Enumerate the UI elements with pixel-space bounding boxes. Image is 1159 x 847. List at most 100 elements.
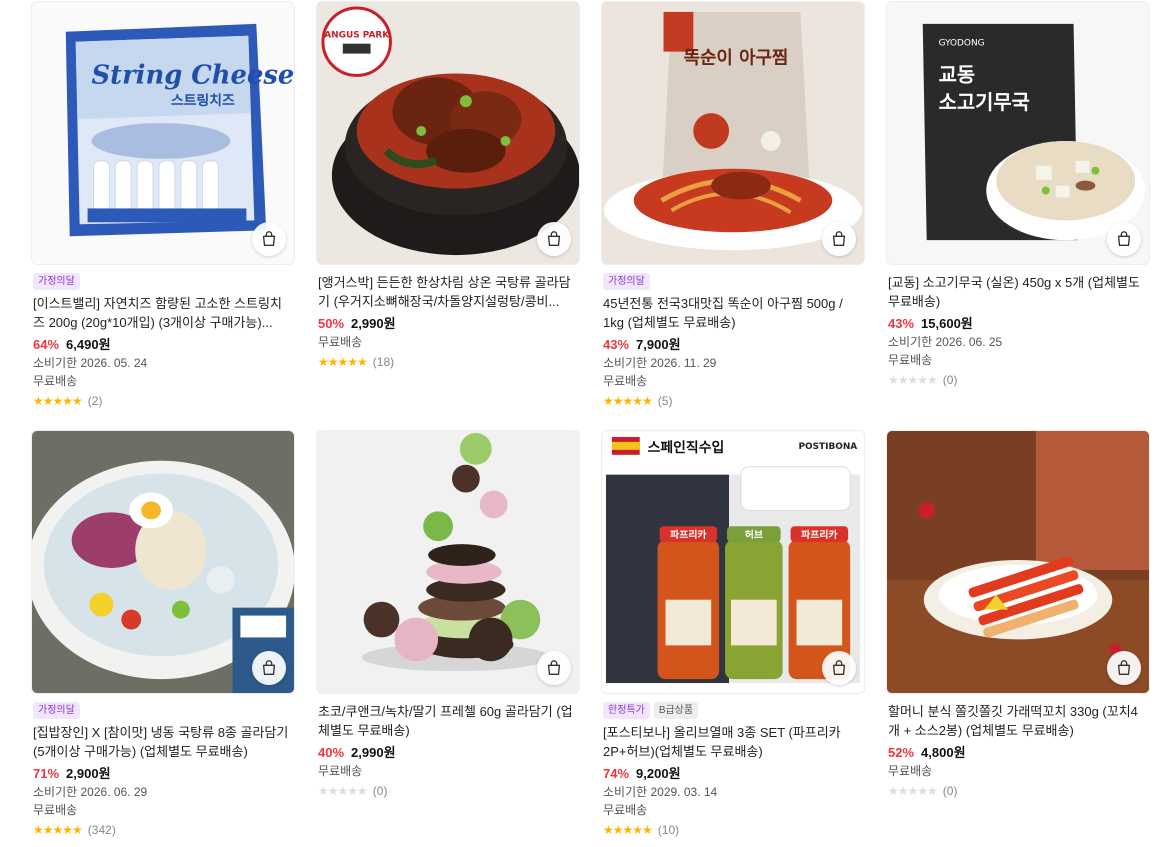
product-title[interactable]: [교동] 소고기무국 (실온) 450g x 5개 (업체별도 무료배송): [888, 273, 1148, 311]
sale-price: 2,900원: [66, 766, 111, 781]
string-cheese-image: String Cheese 스트링치즈: [32, 2, 294, 264]
product-card[interactable]: 똑순이 아구찜 가정의달 45년전통 전국3대맛집 똑순이 아구찜 500g /…: [601, 1, 865, 410]
beef-radish-soup-image: GYODONG 교동 소고기무국: [887, 2, 1149, 264]
expiry-date: 소비기한 2026. 05. 24: [33, 356, 148, 370]
rating: ★★★★★ (5): [603, 392, 863, 410]
rating: ★★★★★ (0): [888, 371, 1148, 389]
review-count: (2): [87, 394, 103, 408]
rating: ★★★★★ (0): [888, 782, 1148, 800]
badge-row: 한정특가 B급상품: [603, 702, 863, 719]
review-count: (10): [657, 823, 680, 837]
promo-badge: 가정의달: [33, 273, 80, 290]
add-to-cart-button[interactable]: [252, 222, 286, 256]
grade-badge: B급상품: [653, 702, 699, 719]
add-to-cart-button[interactable]: [822, 651, 856, 685]
discount-rate: 64%: [33, 337, 60, 352]
product-card[interactable]: 초코/쿠앤크/녹차/딸기 프레첼 60g 골라담기 (업체별도 무료배송) 40…: [316, 430, 580, 800]
product-image[interactable]: GYODONG 교동 소고기무국: [886, 1, 1150, 265]
review-count: (0): [372, 784, 388, 798]
badge-row: 가정의달: [33, 702, 293, 719]
review-count: (18): [372, 355, 395, 369]
shopping-bag-icon: [262, 231, 276, 246]
shipping-info: 무료배송: [318, 764, 363, 778]
add-to-cart-button[interactable]: [537, 651, 571, 685]
product-image[interactable]: [886, 430, 1150, 694]
star-rating-icon: ★★★★★: [888, 784, 938, 798]
svg-text:파프리카: 파프리카: [801, 528, 838, 541]
expiry-date: 소비기한 2026. 11. 29: [603, 356, 717, 370]
shipping-info: 무료배송: [33, 803, 78, 817]
shipping-info: 무료배송: [33, 374, 78, 388]
product-card[interactable]: 가정의달 [집밥장인] X [참이맛] 냉동 국탕류 8종 골라담기 (5개이상…: [31, 430, 295, 839]
product-title[interactable]: [이스트밸리] 자연치즈 함량된 고소한 스트링치즈 200g (20g*10개…: [33, 294, 293, 332]
product-card[interactable]: GYODONG 교동 소고기무국 [교동] 소고기무국 (실온) 450g x …: [886, 1, 1150, 389]
product-card[interactable]: 스페인직수입 POSTIBONA 파프리카 허브 파프리카 한정특가 B급상품 …: [601, 430, 865, 839]
product-image[interactable]: 스페인직수입 POSTIBONA 파프리카 허브 파프리카: [601, 430, 865, 694]
product-title[interactable]: 할머니 분식 쫄깃쫄깃 가래떡꼬치 330g (꼬치4개 + 소스2봉) (업체…: [888, 702, 1148, 740]
discount-rate: 74%: [603, 766, 630, 781]
shopping-bag-icon: [832, 660, 846, 675]
star-rating-icon: ★★★★★: [603, 823, 653, 837]
add-to-cart-button[interactable]: [1107, 651, 1141, 685]
star-rating-icon: ★★★★★: [603, 394, 653, 408]
product-title[interactable]: [포스티보나] 올리브열매 3종 SET (파프리카2P+허브)(업체별도 무료…: [603, 723, 863, 761]
add-to-cart-button[interactable]: [1107, 222, 1141, 256]
product-grid: String Cheese 스트링치즈 가정의달 [이스트밸리] 자연치즈 함량…: [0, 0, 1159, 847]
svg-text:소고기무국: 소고기무국: [939, 91, 1030, 114]
shipping-info: 무료배송: [318, 335, 363, 349]
promo-badge: 가정의달: [603, 273, 650, 290]
shopping-bag-icon: [1117, 231, 1131, 246]
svg-text:POSTIBONA: POSTIBONA: [799, 442, 858, 452]
star-rating-icon: ★★★★★: [33, 823, 83, 837]
sale-price: 6,490원: [66, 337, 111, 352]
shopping-bag-icon: [1117, 660, 1131, 675]
product-title[interactable]: 45년전통 전국3대맛집 똑순이 아구찜 500g / 1kg (업체별도 무료…: [603, 294, 863, 332]
rice-cake-skewers-image: [887, 431, 1149, 693]
discount-rate: 43%: [603, 337, 630, 352]
shipping-info: 무료배송: [888, 764, 933, 778]
product-image[interactable]: String Cheese 스트링치즈: [31, 1, 295, 265]
sale-price: 15,600원: [921, 316, 973, 331]
sale-price: 7,900원: [636, 337, 681, 352]
product-image[interactable]: [316, 430, 580, 694]
rating: ★★★★★ (342): [33, 821, 293, 839]
svg-text:GYODONG: GYODONG: [939, 39, 985, 49]
product-card[interactable]: ANGUS PARK [앵거스박] 든든한 한상차림 상온 국탕류 골라담기 (…: [316, 1, 580, 371]
sale-price: 4,800원: [921, 745, 966, 760]
discount-rate: 50%: [318, 316, 345, 331]
shopping-bag-icon: [547, 660, 561, 675]
price-row: 74% 9,200원: [603, 763, 863, 783]
product-image[interactable]: [31, 430, 295, 694]
expiry-date: 소비기한 2029. 03. 14: [603, 785, 718, 799]
product-image[interactable]: 똑순이 아구찜: [601, 1, 865, 265]
badge-row: 가정의달: [33, 273, 293, 290]
sale-price: 2,990원: [351, 745, 396, 760]
expiry-date: 소비기한 2026. 06. 29: [33, 785, 148, 799]
sale-price: 2,990원: [351, 316, 396, 331]
price-row: 52% 4,800원: [888, 742, 1148, 762]
product-title[interactable]: [집밥장인] X [참이맛] 냉동 국탕류 8종 골라담기 (5개이상 구매가능…: [33, 723, 293, 761]
shopping-bag-icon: [832, 231, 846, 246]
svg-text:String Cheese: String Cheese: [92, 60, 294, 90]
svg-text:스페인직수입: 스페인직수입: [648, 439, 725, 456]
price-row: 71% 2,900원: [33, 763, 293, 783]
review-count: (0): [942, 784, 958, 798]
product-image[interactable]: ANGUS PARK: [316, 1, 580, 265]
product-title[interactable]: 초코/쿠앤크/녹차/딸기 프레첼 60g 골라담기 (업체별도 무료배송): [318, 702, 578, 740]
product-card[interactable]: 할머니 분식 쫄깃쫄깃 가래떡꼬치 330g (꼬치4개 + 소스2봉) (업체…: [886, 430, 1150, 800]
shopping-bag-icon: [547, 231, 561, 246]
product-card[interactable]: String Cheese 스트링치즈 가정의달 [이스트밸리] 자연치즈 함량…: [31, 1, 295, 410]
shopping-bag-icon: [262, 660, 276, 675]
add-to-cart-button[interactable]: [252, 651, 286, 685]
star-rating-icon: ★★★★★: [33, 394, 83, 408]
star-rating-icon: ★★★★★: [318, 355, 368, 369]
product-title[interactable]: [앵거스박] 든든한 한상차림 상온 국탕류 골라담기 (우거지소뼈해장국/차돌…: [318, 273, 578, 311]
add-to-cart-button[interactable]: [822, 222, 856, 256]
rating: ★★★★★ (0): [318, 782, 578, 800]
svg-text:파프리카: 파프리카: [670, 528, 707, 541]
discount-rate: 71%: [33, 766, 60, 781]
shipping-info: 무료배송: [603, 803, 648, 817]
price-row: 64% 6,490원: [33, 334, 293, 354]
add-to-cart-button[interactable]: [537, 222, 571, 256]
expiry-date: 소비기한 2026. 06. 25: [888, 335, 1003, 349]
